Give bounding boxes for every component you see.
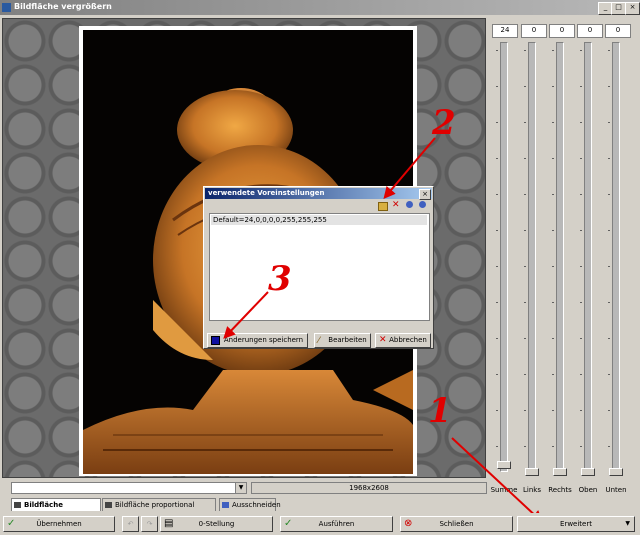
- tab-crop-icon: [222, 502, 229, 508]
- extended-dropdown[interactable]: Erweitert ▼: [517, 516, 635, 532]
- slider-tick: [524, 410, 526, 411]
- slider-tick: [580, 338, 582, 339]
- annotation-arrows: [223, 137, 543, 523]
- slider-tick: [496, 374, 498, 375]
- slider-tick: [496, 338, 498, 339]
- close-circle-icon: ⊗: [404, 518, 413, 529]
- slider-tick: [496, 158, 498, 159]
- slider-tick: [524, 86, 526, 87]
- slider-tick: [608, 158, 610, 159]
- slider-tick: [580, 374, 582, 375]
- arrow-2: [383, 137, 436, 200]
- slider-tick: [552, 86, 554, 87]
- slider-tick: [496, 446, 498, 447]
- slider-tick: [608, 410, 610, 411]
- tab-enlarge-canvas[interactable]: Bildfläche vergrößern: [11, 498, 101, 521]
- slider-tick: [552, 194, 554, 195]
- slider-tick: [524, 158, 526, 159]
- slider-tick: [580, 230, 582, 231]
- close-label: Schließen: [439, 520, 474, 528]
- slider-tick: [496, 50, 498, 51]
- tab-document-icon: [14, 502, 21, 508]
- slider-tick: [496, 122, 498, 123]
- slider-tick: [580, 446, 582, 447]
- slider-tick: [524, 446, 526, 447]
- execute-check-icon: ✓: [284, 518, 293, 529]
- redo-button[interactable]: ↷: [141, 516, 158, 532]
- redo-icon: ↷: [146, 520, 153, 528]
- slider-tick: [608, 374, 610, 375]
- slider-tick: [580, 410, 582, 411]
- slider-tick: [608, 302, 610, 303]
- slider-tick: [552, 410, 554, 411]
- slider-tick: [524, 266, 526, 267]
- apply-label: Übernehmen: [36, 520, 82, 528]
- slider-tick: [524, 122, 526, 123]
- slider-tick: [552, 302, 554, 303]
- reset-zero-button[interactable]: ▤ 0-Stellung: [160, 516, 273, 532]
- slider-tick: [580, 194, 582, 195]
- slider-tick: [608, 338, 610, 339]
- tab-proportional-enlarge[interactable]: Bildfläche proportional vergrößern: [102, 498, 216, 521]
- slider-tick: [552, 266, 554, 267]
- extended-label: Erweitert: [560, 520, 592, 528]
- slider-tick: [524, 374, 526, 375]
- slider-tick: [552, 338, 554, 339]
- tab-crop[interactable]: Ausschneiden: [219, 498, 281, 511]
- slider-tick: [552, 122, 554, 123]
- undo-icon: ↶: [127, 520, 134, 528]
- preset-combo[interactable]: ▼: [11, 482, 247, 494]
- tab-label: Ausschneiden: [232, 501, 281, 509]
- slider-tick: [608, 194, 610, 195]
- slider-tick: [580, 266, 582, 267]
- slider-tick: [580, 86, 582, 87]
- tab-document-icon: [105, 502, 112, 508]
- execute-label: Ausführen: [318, 520, 355, 528]
- reset-icon: ▤: [164, 518, 174, 529]
- slider-tick: [496, 86, 498, 87]
- combo-arrow-icon[interactable]: ▼: [235, 483, 246, 493]
- apply-button[interactable]: ✓ Übernehmen: [3, 516, 115, 532]
- slider-tick: [496, 410, 498, 411]
- slider-tick: [524, 50, 526, 51]
- slider-tick: [524, 338, 526, 339]
- slider-tick: [608, 50, 610, 51]
- slider-tick: [552, 230, 554, 231]
- checkmark-icon: ✓: [7, 518, 16, 529]
- slider-tick: [580, 50, 582, 51]
- slider-tick: [608, 230, 610, 231]
- slider-tick: [524, 230, 526, 231]
- execute-button[interactable]: ✓ Ausführen: [280, 516, 393, 532]
- slider-tick: [524, 194, 526, 195]
- arrow-3: [223, 291, 269, 339]
- slider-tick: [496, 230, 498, 231]
- slider-tick: [608, 266, 610, 267]
- slider-tick: [580, 158, 582, 159]
- slider-tick: [552, 158, 554, 159]
- slider-tick: [552, 50, 554, 51]
- slider-tick: [580, 122, 582, 123]
- slider-tick: [496, 302, 498, 303]
- slider-tick: [608, 86, 610, 87]
- bottom-toolbar: ✓ Übernehmen ↶ ↷ ▤ 0-Stellung ✓ Ausführe…: [0, 513, 640, 535]
- slider-tick: [580, 302, 582, 303]
- undo-button[interactable]: ↶: [122, 516, 139, 532]
- slider-tick: [608, 122, 610, 123]
- slider-tick: [552, 446, 554, 447]
- dropdown-arrow-icon: ▼: [625, 520, 630, 527]
- slider-tick: [552, 374, 554, 375]
- slider-tick: [496, 266, 498, 267]
- image-dimensions: 1968x2608: [251, 482, 487, 494]
- slider-tick: [608, 446, 610, 447]
- slider-tick: [524, 302, 526, 303]
- reset-label: 0-Stellung: [198, 520, 235, 528]
- slider-tick: [496, 194, 498, 195]
- tab-bar: Bildfläche vergrößern Bildfläche proport…: [0, 498, 640, 521]
- close-window-button[interactable]: ⊗ Schließen: [400, 516, 513, 532]
